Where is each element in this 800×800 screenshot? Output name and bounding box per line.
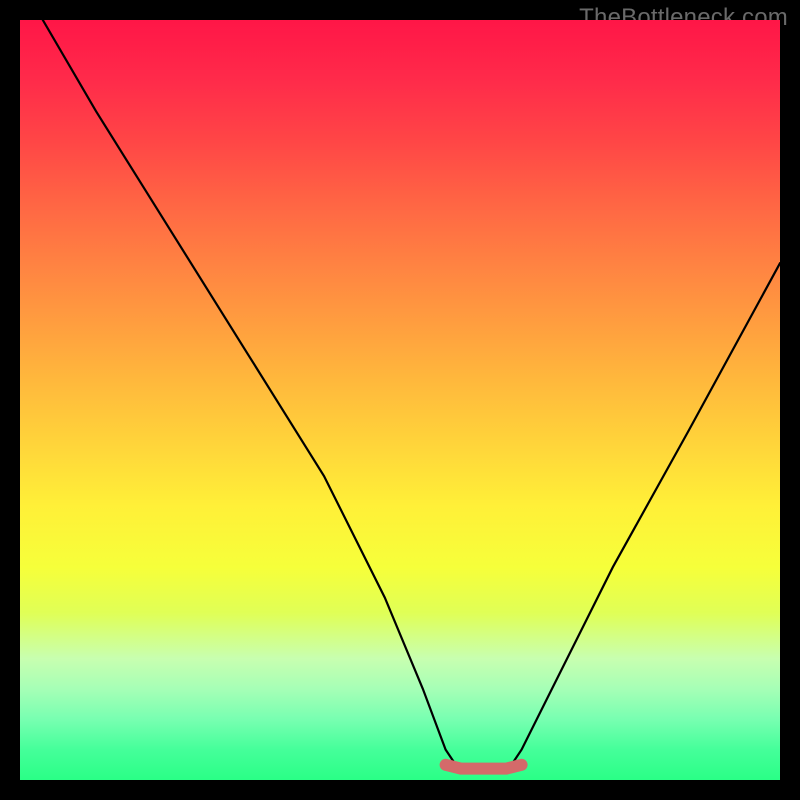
main-curve-path xyxy=(43,20,780,772)
curve-svg xyxy=(20,20,780,780)
chart-frame: TheBottleneck.com xyxy=(0,0,800,800)
highlight-flat-path xyxy=(446,765,522,769)
plot-area xyxy=(20,20,780,780)
